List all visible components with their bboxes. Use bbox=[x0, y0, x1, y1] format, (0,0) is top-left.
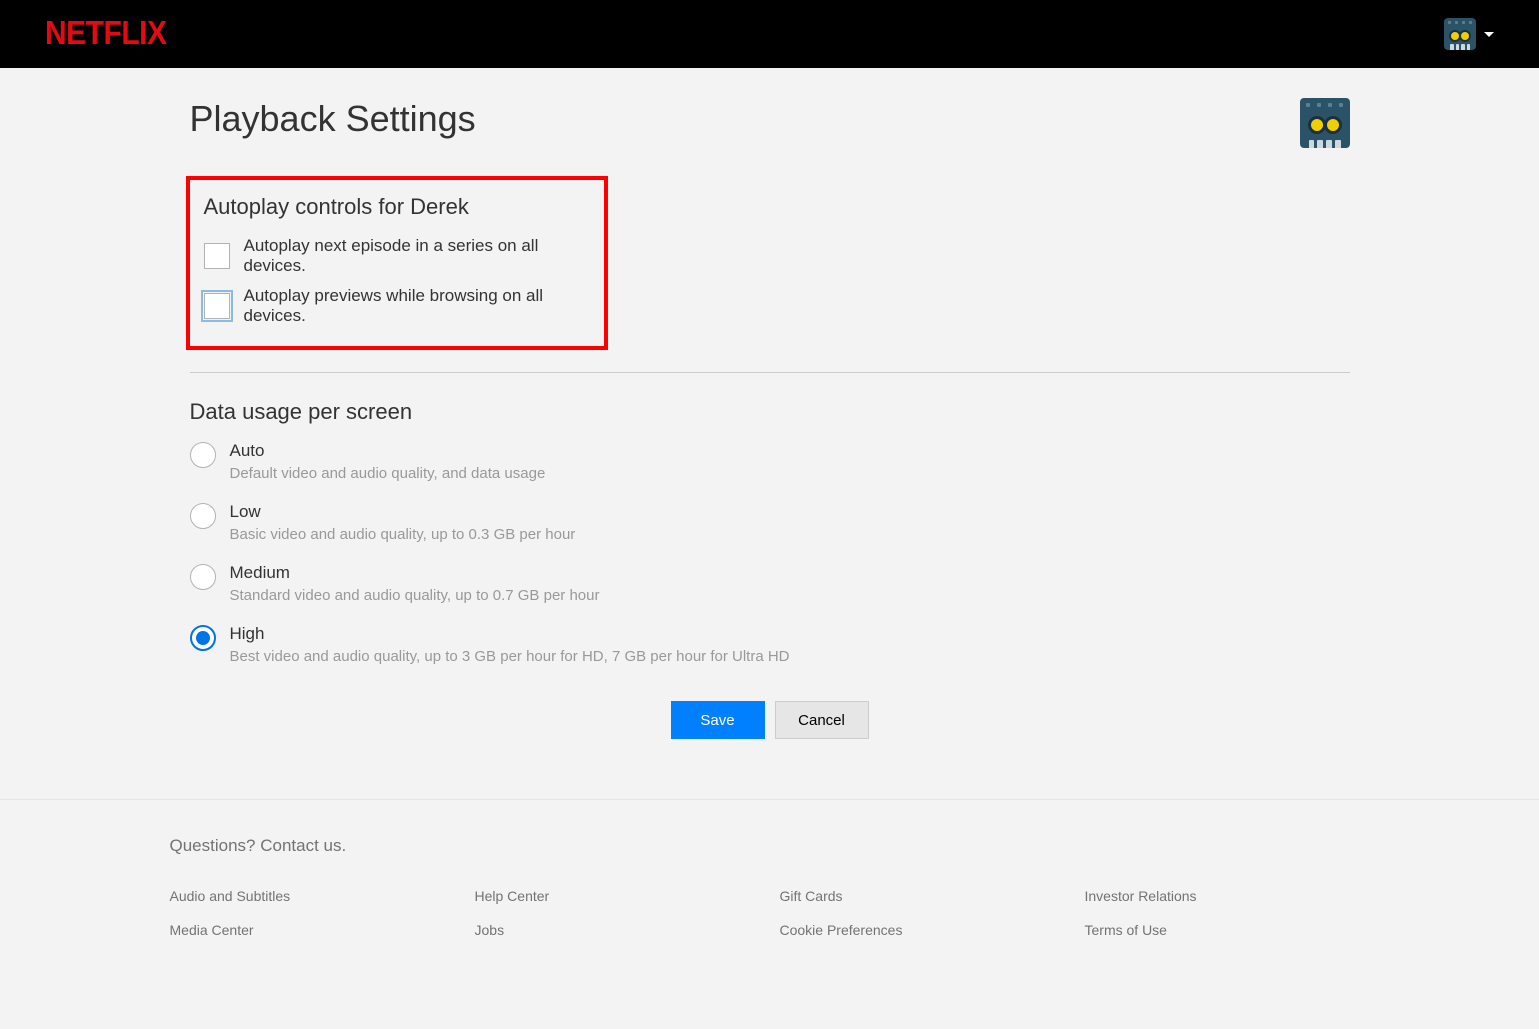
footer-link-investor-relations[interactable]: Investor Relations bbox=[1085, 888, 1370, 904]
data-usage-high-desc: Best video and audio quality, up to 3 GB… bbox=[230, 648, 790, 665]
autoplay-previews-checkbox[interactable] bbox=[204, 293, 230, 319]
data-usage-medium-radio[interactable] bbox=[190, 564, 216, 590]
data-usage-auto-label: Auto bbox=[230, 441, 546, 461]
footer-link-audio-subtitles[interactable]: Audio and Subtitles bbox=[170, 888, 455, 904]
autoplay-next-episode-row: Autoplay next episode in a series on all… bbox=[204, 236, 590, 276]
data-usage-low-row: Low Basic video and audio quality, up to… bbox=[190, 502, 1350, 543]
autoplay-next-episode-checkbox[interactable] bbox=[204, 243, 230, 269]
footer-link-terms-of-use[interactable]: Terms of Use bbox=[1085, 922, 1370, 938]
data-usage-high-row: High Best video and audio quality, up to… bbox=[190, 624, 1350, 665]
footer-contact[interactable]: Questions? Contact us. bbox=[170, 836, 1370, 856]
data-usage-high-radio[interactable] bbox=[190, 625, 216, 651]
save-button[interactable]: Save bbox=[671, 701, 765, 739]
page-title: Playback Settings bbox=[190, 98, 476, 140]
main-content: Playback Settings Autoplay controls for … bbox=[190, 68, 1350, 799]
cancel-button[interactable]: Cancel bbox=[775, 701, 869, 739]
data-usage-low-label: Low bbox=[230, 502, 576, 522]
autoplay-heading: Autoplay controls for Derek bbox=[204, 194, 590, 220]
data-usage-auto-desc: Default video and audio quality, and dat… bbox=[230, 465, 546, 482]
data-usage-low-radio[interactable] bbox=[190, 503, 216, 529]
divider bbox=[190, 372, 1350, 373]
footer-link-help-center[interactable]: Help Center bbox=[475, 888, 760, 904]
footer-links: Audio and Subtitles Help Center Gift Car… bbox=[170, 888, 1370, 938]
footer-link-gift-cards[interactable]: Gift Cards bbox=[780, 888, 1065, 904]
autoplay-highlight: Autoplay controls for Derek Autoplay nex… bbox=[186, 176, 608, 350]
footer-link-jobs[interactable]: Jobs bbox=[475, 922, 760, 938]
data-usage-medium-label: Medium bbox=[230, 563, 600, 583]
data-usage-medium-desc: Standard video and audio quality, up to … bbox=[230, 587, 600, 604]
data-usage-low-desc: Basic video and audio quality, up to 0.3… bbox=[230, 526, 576, 543]
autoplay-previews-row: Autoplay previews while browsing on all … bbox=[204, 286, 590, 326]
footer-link-media-center[interactable]: Media Center bbox=[170, 922, 455, 938]
header: NETFLIX bbox=[0, 0, 1539, 68]
data-usage-high-label: High bbox=[230, 624, 790, 644]
footer-link-cookie-preferences[interactable]: Cookie Preferences bbox=[780, 922, 1065, 938]
button-row: Save Cancel bbox=[190, 701, 1350, 739]
profile-menu[interactable] bbox=[1444, 18, 1494, 50]
footer: Questions? Contact us. Audio and Subtitl… bbox=[0, 799, 1539, 978]
data-usage-medium-row: Medium Standard video and audio quality,… bbox=[190, 563, 1350, 604]
data-usage-auto-radio[interactable] bbox=[190, 442, 216, 468]
chevron-down-icon bbox=[1484, 32, 1494, 37]
autoplay-next-episode-label: Autoplay next episode in a series on all… bbox=[244, 236, 590, 276]
data-usage-auto-row: Auto Default video and audio quality, an… bbox=[190, 441, 1350, 482]
netflix-logo[interactable]: NETFLIX bbox=[45, 15, 167, 52]
autoplay-previews-label: Autoplay previews while browsing on all … bbox=[244, 286, 590, 326]
avatar-icon bbox=[1444, 18, 1476, 50]
data-usage-heading: Data usage per screen bbox=[190, 399, 1350, 425]
profile-avatar bbox=[1300, 98, 1350, 148]
